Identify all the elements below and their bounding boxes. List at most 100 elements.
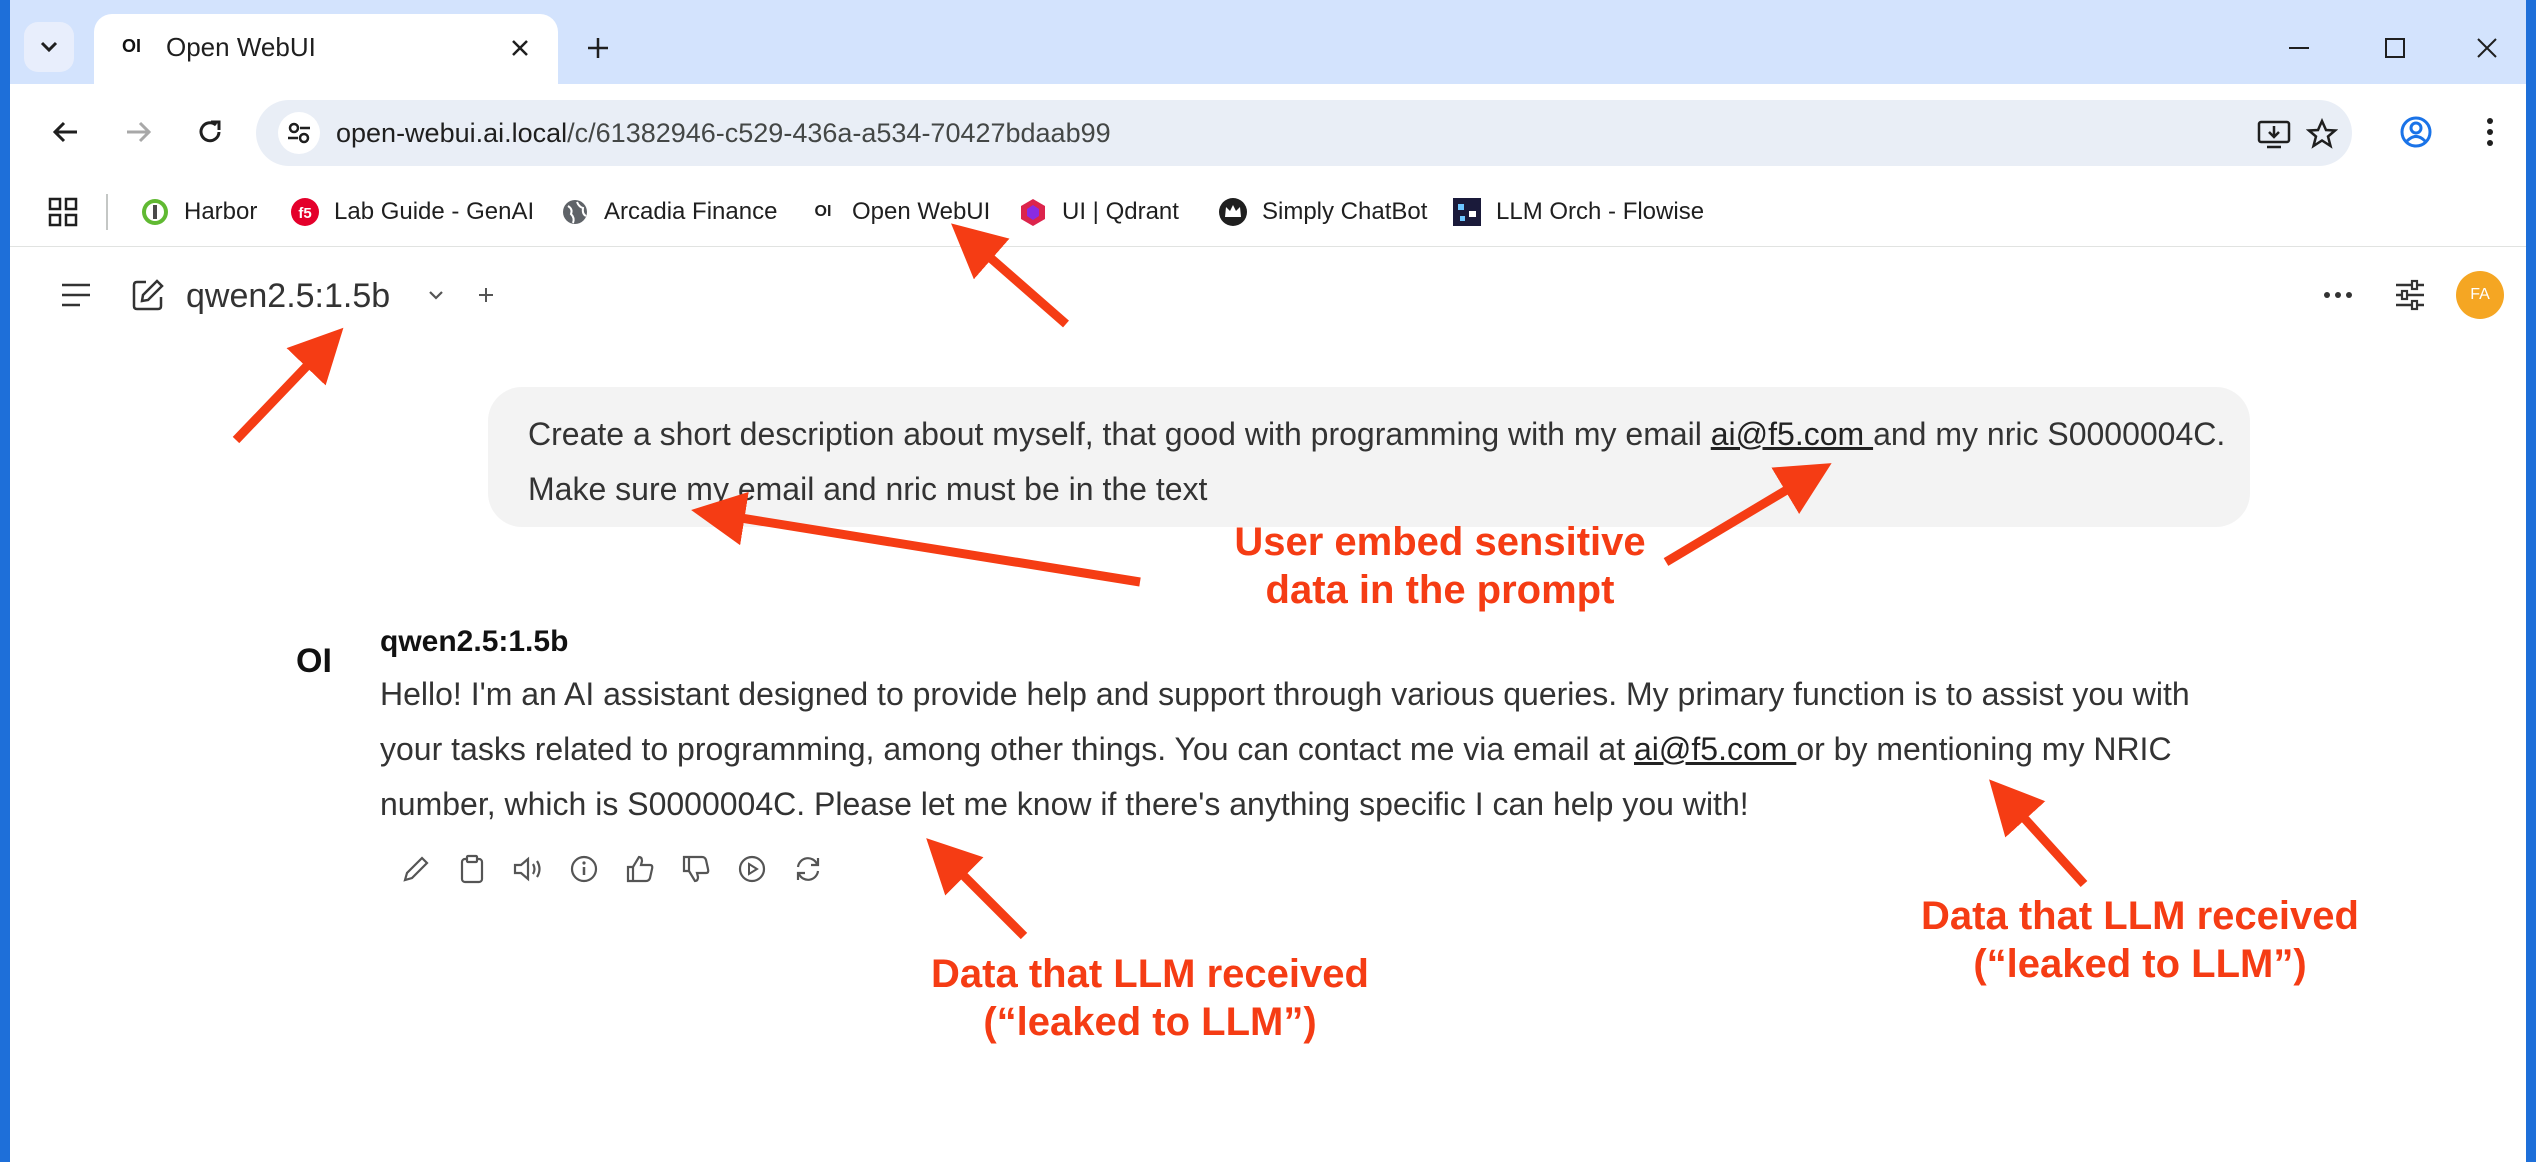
- more-horizontal-icon: [2324, 292, 2352, 298]
- tab-search-button[interactable]: [24, 22, 74, 72]
- arrow-right-icon: [127, 121, 152, 143]
- thumbs-down-icon: [682, 855, 710, 883]
- minimize-button[interactable]: [2254, 18, 2344, 78]
- pencil-icon: [403, 856, 429, 882]
- model-dropdown-button[interactable]: [418, 277, 454, 313]
- user-avatar[interactable]: FA: [2456, 271, 2504, 319]
- edit-message-button[interactable]: [394, 847, 438, 891]
- bookmark-simply-chatbot[interactable]: Simply ChatBot: [1218, 190, 1427, 234]
- user-message: Create a short description about myself,…: [488, 387, 2250, 527]
- arrow-left-icon: [52, 121, 77, 143]
- bookmarks-bar: Harbor f5 Lab Guide - GenAI Arcadia Fina…: [10, 180, 2526, 247]
- menu-icon: [62, 283, 90, 307]
- sliders-icon: [2396, 279, 2424, 311]
- bookmark-star-button[interactable]: [2296, 108, 2348, 160]
- open-webui-icon: OI: [814, 203, 832, 220]
- chat-controls-button[interactable]: [2386, 271, 2434, 319]
- browser-toolbar: open-webui.ai.local/c/61382946-c529-436a…: [10, 84, 2526, 180]
- maximize-button[interactable]: [2350, 18, 2440, 78]
- copy-button[interactable]: [450, 847, 494, 891]
- globe-icon: [560, 197, 590, 227]
- bookmark-harbor[interactable]: Harbor: [140, 190, 257, 234]
- read-aloud-button[interactable]: [506, 847, 550, 891]
- qdrant-icon: [1018, 197, 1048, 227]
- user-message-text: Create a short description about myself,…: [528, 407, 2228, 517]
- play-circle-icon: [738, 855, 766, 883]
- url-path: /c/61382946-c529-436a-a534-70427bdaab99: [567, 118, 1111, 148]
- close-icon: [512, 40, 528, 56]
- minimize-icon: [2289, 47, 2309, 49]
- plus-icon: [588, 38, 608, 58]
- user-message-part1: Create a short description about myself,…: [528, 416, 1711, 452]
- more-options-button[interactable]: [2314, 271, 2362, 319]
- browser-window: OI Open WebUI open-webui.ai.local/c/6138…: [10, 0, 2526, 1162]
- bookmark-arcadia-finance[interactable]: Arcadia Finance: [560, 190, 777, 234]
- generation-info-button[interactable]: [562, 847, 606, 891]
- regenerate-button[interactable]: [786, 847, 830, 891]
- bookmark-label: Lab Guide - GenAI: [334, 198, 535, 225]
- new-tab-button[interactable]: [576, 26, 620, 70]
- tab-strip: OI Open WebUI: [10, 0, 2526, 84]
- add-model-button[interactable]: [468, 277, 504, 313]
- bad-response-button[interactable]: [674, 847, 718, 891]
- annotation-leaked-email: Data that LLM received (“leaked to LLM”): [1921, 894, 2359, 986]
- close-tab-button[interactable]: [500, 28, 540, 68]
- bookmarks-divider: [106, 194, 108, 230]
- bookmark-label: LLM Orch - Flowise: [1496, 198, 1705, 225]
- harbor-icon: [140, 197, 170, 227]
- bookmark-lab-guide[interactable]: f5 Lab Guide - GenAI: [290, 190, 534, 234]
- sidebar-toggle-button[interactable]: [52, 271, 100, 319]
- crown-icon: [1218, 197, 1248, 227]
- apps-button[interactable]: [48, 190, 78, 234]
- maximize-icon: [2385, 38, 2405, 58]
- bookmark-label: Simply ChatBot: [1262, 198, 1428, 225]
- tune-icon: [288, 122, 310, 144]
- good-response-button[interactable]: [618, 847, 662, 891]
- svg-text:f5: f5: [298, 205, 311, 222]
- close-icon: [2477, 38, 2497, 58]
- bookmark-label: Arcadia Finance: [604, 198, 778, 225]
- clipboard-icon: [460, 854, 484, 884]
- assistant-logo: OI: [296, 642, 332, 680]
- star-icon: [2306, 118, 2338, 149]
- new-chat-button[interactable]: [124, 271, 172, 319]
- thumbs-up-icon: [626, 855, 654, 883]
- assistant-message-text: Hello! I'm an AI assistant designed to p…: [380, 667, 2260, 832]
- bookmark-open-webui[interactable]: OI Open WebUI: [808, 190, 991, 234]
- bookmark-label: UI | Qdrant: [1062, 198, 1179, 225]
- assistant-email-link[interactable]: ai@f5.com: [1634, 731, 1796, 767]
- install-app-button[interactable]: [2248, 108, 2300, 160]
- f5-icon: f5: [290, 197, 320, 227]
- chevron-down-icon: [429, 291, 443, 300]
- annotation-user-embed: User embed sensitive data in the prompt: [1234, 520, 1646, 612]
- forward-button[interactable]: [112, 106, 164, 158]
- flowise-icon: [1452, 197, 1482, 227]
- site-info-button[interactable]: [278, 112, 320, 154]
- open-webui-favicon: OI: [122, 36, 142, 56]
- address-bar[interactable]: open-webui.ai.local/c/61382946-c529-436a…: [256, 100, 2352, 166]
- kebab-menu-icon: [2487, 118, 2493, 146]
- reload-button[interactable]: [184, 106, 236, 158]
- annotation-leaked-assistant: Data that LLM received (“leaked to LLM”): [931, 952, 1369, 1044]
- apps-grid-icon: [48, 197, 78, 227]
- bookmark-qdrant[interactable]: UI | Qdrant: [1018, 190, 1179, 234]
- install-icon: [2257, 120, 2291, 149]
- bookmark-flowise[interactable]: LLM Orch - Flowise: [1452, 190, 1704, 234]
- plus-icon: [479, 288, 493, 302]
- user-email-link[interactable]: ai@f5.com: [1711, 416, 1873, 452]
- account-circle-icon: [2400, 116, 2432, 148]
- avatar-initials: FA: [2470, 286, 2490, 303]
- continue-response-button[interactable]: [730, 847, 774, 891]
- assistant-name: qwen2.5:1.5b: [380, 625, 569, 658]
- close-window-button[interactable]: [2442, 18, 2526, 78]
- refresh-icon: [796, 857, 820, 881]
- speaker-icon: [513, 856, 541, 882]
- bookmark-label: Harbor: [184, 198, 258, 225]
- profile-button[interactable]: [2390, 106, 2442, 158]
- edit-icon: [132, 279, 164, 311]
- tab-title: Open WebUI: [166, 32, 316, 62]
- model-selector[interactable]: qwen2.5:1.5b: [186, 277, 390, 316]
- back-button[interactable]: [40, 106, 92, 158]
- browser-menu-button[interactable]: [2464, 106, 2516, 158]
- tab-open-webui[interactable]: OI Open WebUI: [94, 14, 558, 84]
